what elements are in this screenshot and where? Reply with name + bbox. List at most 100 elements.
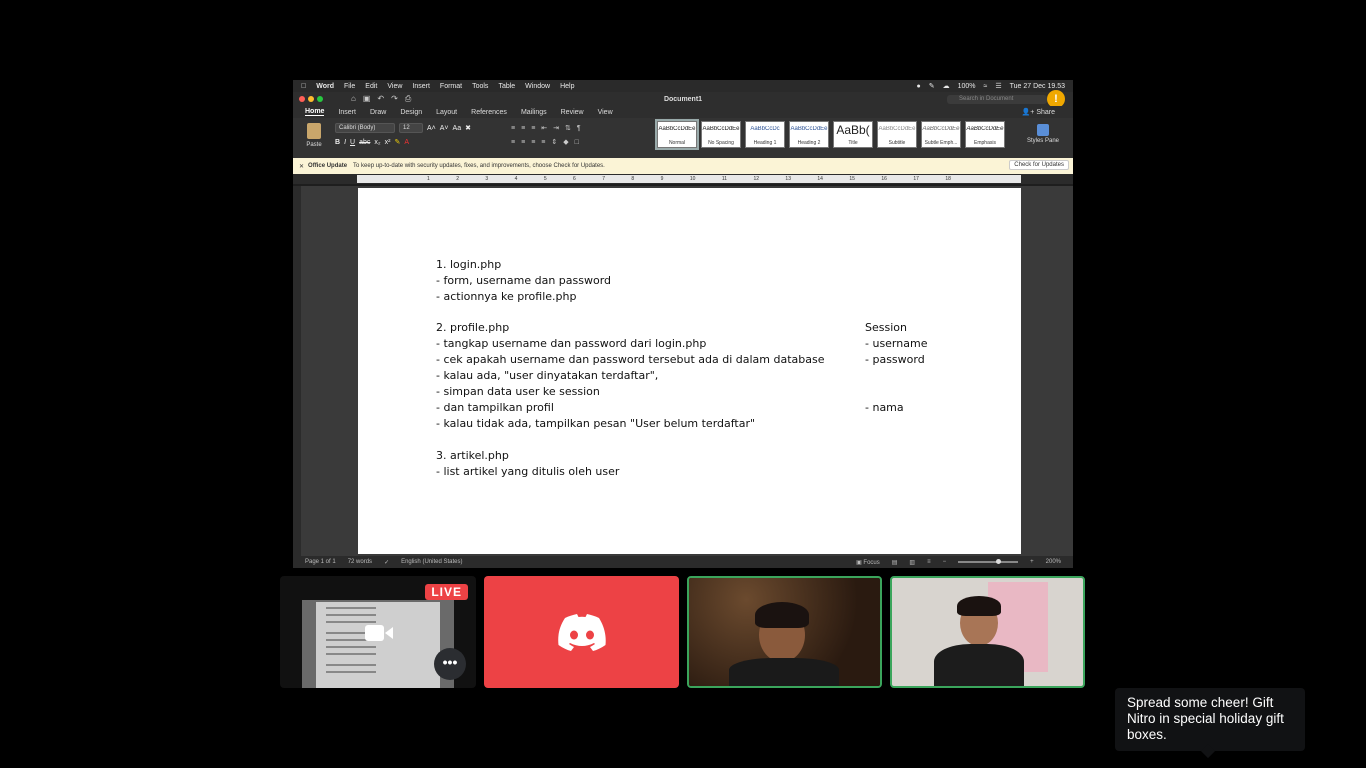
doc-line[interactable]: 3. artikel.php bbox=[436, 449, 509, 462]
style-heading-1[interactable]: AaBbCcDc Heading 1 bbox=[745, 121, 785, 148]
outline-view-icon[interactable]: ≡ bbox=[927, 559, 931, 565]
apple-icon[interactable]:  bbox=[301, 83, 306, 90]
clear-format-icon[interactable]: ✖ bbox=[465, 124, 471, 132]
menu-file[interactable]: File bbox=[344, 83, 355, 90]
menubar-clock[interactable]: Tue 27 Dec 19.53 bbox=[1010, 83, 1065, 90]
shading-icon[interactable]: ◆ bbox=[563, 138, 568, 146]
close-window-button[interactable] bbox=[299, 96, 305, 102]
participant-video-tile-speaking[interactable] bbox=[890, 576, 1085, 688]
align-left-icon[interactable]: ≡ bbox=[511, 139, 515, 146]
shrink-font-icon[interactable]: A˅ bbox=[440, 125, 449, 132]
zoom-window-button[interactable] bbox=[317, 96, 323, 102]
horizontal-ruler[interactable]: 1 2 3 4 5 6 7 8 9 10 11 12 13 14 15 16 17 18 bbox=[293, 174, 1073, 184]
doc-line[interactable]: - kalau ada, "user dinyatakan terdaftar"… bbox=[436, 369, 658, 382]
session-nama[interactable]: - nama bbox=[865, 401, 904, 414]
session-password[interactable]: - password bbox=[865, 353, 925, 366]
language-label[interactable]: English (United States) bbox=[401, 559, 462, 565]
close-update-icon[interactable]: ✕ bbox=[299, 163, 304, 170]
change-case-icon[interactable]: Aa bbox=[453, 125, 462, 132]
increase-indent-icon[interactable]: ⇥ bbox=[553, 124, 559, 132]
style-heading-2[interactable]: AaBbCcDdEe Heading 2 bbox=[789, 121, 829, 148]
pen-icon[interactable]: ✎ bbox=[929, 82, 935, 90]
proofing-icon[interactable]: ✓ bbox=[384, 559, 389, 566]
doc-line[interactable]: - cek apakah username dan password terse… bbox=[436, 353, 825, 366]
style-title[interactable]: AaBb(Title bbox=[833, 121, 873, 148]
tab-home[interactable]: Home bbox=[305, 108, 325, 116]
styles-pane-button[interactable]: Styles Pane bbox=[1027, 124, 1059, 144]
zoom-out-icon[interactable]: − bbox=[943, 559, 947, 565]
bold-icon[interactable]: B bbox=[335, 139, 340, 146]
doc-line[interactable]: - tangkap username dan password dari log… bbox=[436, 337, 706, 350]
doc-line[interactable]: 2. profile.php bbox=[436, 321, 509, 334]
menu-table[interactable]: Table bbox=[498, 83, 515, 90]
battery-label[interactable]: 100% bbox=[958, 83, 976, 90]
sort-icon[interactable]: ⇅ bbox=[565, 124, 571, 132]
menu-help[interactable]: Help bbox=[560, 83, 574, 90]
menu-window[interactable]: Window bbox=[525, 83, 550, 90]
superscript-icon[interactable]: x² bbox=[385, 139, 391, 146]
tab-insert[interactable]: Insert bbox=[338, 109, 356, 116]
more-options-button[interactable]: ••• bbox=[434, 648, 466, 680]
page-count[interactable]: Page 1 of 1 bbox=[305, 559, 336, 565]
tab-design[interactable]: Design bbox=[400, 109, 422, 116]
minimize-window-button[interactable] bbox=[308, 96, 314, 102]
doc-line[interactable]: - simpan data user ke session bbox=[436, 385, 600, 398]
borders-icon[interactable]: □ bbox=[575, 139, 579, 146]
multilevel-icon[interactable]: ≡ bbox=[531, 125, 535, 132]
align-center-icon[interactable]: ≡ bbox=[521, 139, 525, 146]
doc-line[interactable]: - actionnya ke profile.php bbox=[436, 290, 576, 303]
discord-avatar-tile[interactable] bbox=[484, 576, 679, 688]
pilcrow-icon[interactable]: ¶ bbox=[577, 125, 581, 132]
style-subtitle[interactable]: AaBbCcDdEe Subtitle bbox=[877, 121, 917, 148]
doc-line[interactable]: - dan tampilkan profil bbox=[436, 401, 554, 414]
stream-tile[interactable]: LIVE ••• bbox=[280, 576, 476, 688]
paste-button[interactable]: Paste bbox=[299, 121, 329, 148]
menu-view[interactable]: View bbox=[387, 83, 402, 90]
participant-video-tile[interactable] bbox=[687, 576, 882, 688]
web-layout-icon[interactable]: ▥ bbox=[909, 559, 915, 566]
doc-line[interactable]: - form, username dan password bbox=[436, 274, 611, 287]
doc-line[interactable]: - kalau tidak ada, tampilkan pesan "User… bbox=[436, 417, 755, 430]
italic-icon[interactable]: I bbox=[344, 139, 346, 146]
highlight-icon[interactable]: ✎ bbox=[394, 138, 400, 146]
word-count[interactable]: 72 words bbox=[348, 559, 372, 565]
menu-tools[interactable]: Tools bbox=[472, 83, 488, 90]
tab-draw[interactable]: Draw bbox=[370, 109, 386, 116]
share-button[interactable]: 👤+ Share bbox=[1022, 108, 1055, 116]
line-spacing-icon[interactable]: ⇕ bbox=[551, 138, 557, 146]
justify-icon[interactable]: ≡ bbox=[541, 139, 545, 146]
menu-edit[interactable]: Edit bbox=[365, 83, 377, 90]
doc-line[interactable]: 1. login.php bbox=[436, 258, 501, 271]
document-canvas[interactable]: 1. login.php - form, username dan passwo… bbox=[293, 186, 1073, 556]
tab-view[interactable]: View bbox=[598, 109, 613, 116]
redo-icon[interactable]: ↷ bbox=[391, 94, 398, 104]
numbering-icon[interactable]: ≡ bbox=[521, 125, 525, 132]
record-icon[interactable]: ● bbox=[916, 83, 920, 90]
document-page[interactable]: 1. login.php - form, username dan passwo… bbox=[358, 188, 1021, 554]
tab-review[interactable]: Review bbox=[561, 109, 584, 116]
save-icon[interactable]: ▣ bbox=[363, 94, 371, 104]
subscript-icon[interactable]: x₂ bbox=[374, 139, 380, 146]
zoom-level[interactable]: 200% bbox=[1046, 559, 1061, 565]
tab-mailings[interactable]: Mailings bbox=[521, 109, 547, 116]
zoom-slider-knob[interactable] bbox=[996, 559, 1002, 564]
grow-font-icon[interactable]: A˄ bbox=[427, 125, 436, 132]
vertical-ruler[interactable] bbox=[293, 186, 301, 556]
align-right-icon[interactable]: ≡ bbox=[531, 139, 535, 146]
style-normal[interactable]: AaBbCcDdEe Normal bbox=[655, 119, 699, 150]
style-subtle-emphasis[interactable]: AaBbCcDdEe Subtle Emph... bbox=[921, 121, 961, 148]
session-username[interactable]: - username bbox=[865, 337, 927, 350]
style-emphasis[interactable]: AaBbCcDdEe Emphasis bbox=[965, 121, 1005, 148]
session-title[interactable]: Session bbox=[865, 321, 907, 334]
style-no-spacing[interactable]: AaBbCcDdEe No Spacing bbox=[701, 121, 741, 148]
wifi-icon[interactable]: ≈ bbox=[983, 83, 987, 90]
font-color-icon[interactable]: A bbox=[404, 139, 409, 146]
bullets-icon[interactable]: ≡ bbox=[511, 125, 515, 132]
focus-button[interactable]: ▣ Focus bbox=[856, 559, 880, 566]
home-icon[interactable]: ⌂ bbox=[351, 94, 356, 104]
print-layout-icon[interactable]: ▤ bbox=[892, 559, 898, 566]
zoom-slider[interactable] bbox=[958, 559, 1019, 564]
tab-references[interactable]: References bbox=[471, 109, 507, 116]
underline-icon[interactable]: U bbox=[350, 139, 355, 146]
shared-screen[interactable]:  Word File Edit View Insert Format Tool… bbox=[293, 80, 1073, 568]
